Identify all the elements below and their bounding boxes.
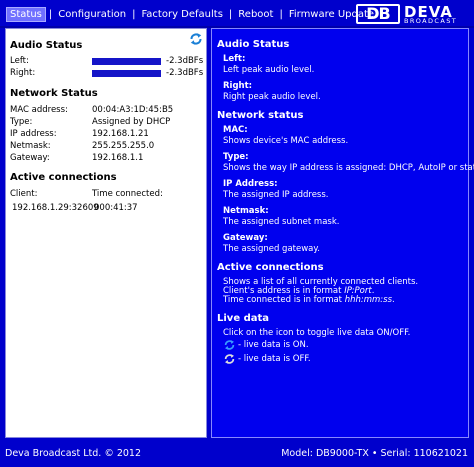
netmask-value: 255.255.255.0 <box>92 141 155 151</box>
model-serial: Model: DB9000-TX • Serial: 110621021 <box>281 448 468 459</box>
mac-value: 00:04:A3:1D:45:B5 <box>92 105 174 115</box>
tab-reboot[interactable]: Reboot <box>235 8 276 21</box>
type-value: Assigned by DHCP <box>92 117 171 127</box>
live-on-icon <box>224 340 235 350</box>
ip-value: 192.168.1.21 <box>92 129 149 139</box>
help-gateway-title: Gateway: <box>223 233 268 243</box>
help-mac-desc: Shows device's MAC address. <box>223 136 349 146</box>
nav-separator: | <box>228 9 233 20</box>
time-column-header: Time connected: <box>92 189 163 199</box>
nav-separator: | <box>132 9 136 20</box>
netmask-label: Netmask: <box>10 141 51 151</box>
brand-logo: DB DEVA BROADCAST <box>356 3 468 25</box>
type-label: Type: <box>10 117 33 127</box>
right-level-value: -2.3dBFs <box>166 68 204 78</box>
help-live-desc: Click on the icon to toggle live data ON… <box>223 328 411 338</box>
left-level-label: Left: <box>10 56 29 66</box>
connection-time: 000:41:37 <box>94 203 138 213</box>
mac-label: MAC address: <box>10 105 68 115</box>
logo-mark: DB <box>356 4 400 24</box>
gateway-value: 192.168.1.1 <box>92 153 144 163</box>
ip-label: IP address: <box>10 129 57 139</box>
audio-status-title: Audio Status <box>10 40 83 51</box>
help-left-desc: Left peak audio level. <box>223 65 315 75</box>
help-type-title: Type: <box>223 152 249 162</box>
gateway-label: Gateway: <box>10 153 50 163</box>
top-bar: Status | Configuration | Factory Default… <box>0 0 474 28</box>
nav-separator: | <box>48 9 53 20</box>
help-live-title: Live data <box>217 313 270 324</box>
help-network-title: Network status <box>217 110 304 121</box>
help-right-title: Right: <box>223 81 253 91</box>
client-column-header: Client: <box>10 189 38 199</box>
help-netmask-title: Netmask: <box>223 206 269 216</box>
active-connections-title: Active connections <box>10 172 117 183</box>
help-time-format-text: Time connected is in format <box>223 295 345 305</box>
live-off-text: - live data is OFF. <box>238 354 311 364</box>
help-audio-title: Audio Status <box>217 39 290 50</box>
footer: Deva Broadcast Ltd. © 2012 Model: DB9000… <box>0 441 474 467</box>
help-panel: Audio Status Left: Left peak audio level… <box>211 28 474 438</box>
help-mac-title: MAC: <box>223 125 248 135</box>
right-level-label: Right: <box>10 68 36 78</box>
left-level-bar <box>92 58 161 65</box>
logo-subtitle: BROADCAST <box>404 17 458 25</box>
tab-status[interactable]: Status <box>6 7 46 22</box>
network-status-title: Network Status <box>10 88 98 99</box>
live-on-text: - live data is ON. <box>238 340 309 350</box>
main-nav: Status | Configuration | Factory Default… <box>6 7 377 22</box>
connection-client: 192.168.1.29:32609 <box>12 203 99 213</box>
refresh-icon[interactable] <box>189 32 203 46</box>
help-left-title: Left: <box>223 54 246 64</box>
help-netmask-desc: The assigned subnet mask. <box>223 217 340 227</box>
tab-configuration[interactable]: Configuration <box>55 8 129 21</box>
right-level-bar <box>92 70 161 77</box>
help-type-desc: Shows the way IP address is assigned: DH… <box>223 163 474 173</box>
live-off-icon <box>224 354 235 364</box>
help-connections-title: Active connections <box>217 262 324 273</box>
status-panel: Audio Status Left: -2.3dBFs Right: -2.3d… <box>5 28 207 438</box>
left-level-value: -2.3dBFs <box>166 56 204 66</box>
nav-separator: | <box>279 9 283 20</box>
help-ip-title: IP Address: <box>223 179 278 189</box>
help-time-format-value: hhh:mm:ss <box>344 295 393 305</box>
copyright: Deva Broadcast Ltd. © 2012 <box>5 448 142 459</box>
help-ip-desc: The assigned IP address. <box>223 190 329 200</box>
help-gateway-desc: The assigned gateway. <box>223 244 320 254</box>
tab-factory-defaults[interactable]: Factory Defaults <box>138 8 225 21</box>
help-right-desc: Right peak audio level. <box>223 92 321 102</box>
help-time-format: Time connected is in format hhh:mm:ss. <box>223 295 395 305</box>
